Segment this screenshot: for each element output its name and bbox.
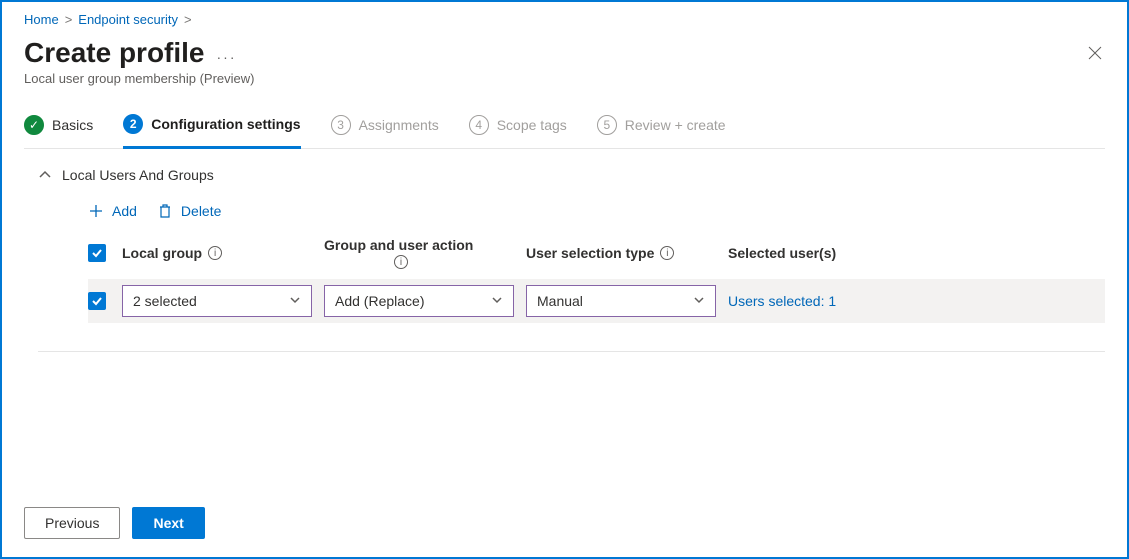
info-icon[interactable]: i (660, 246, 674, 260)
column-header-local-group: Local group (122, 245, 202, 261)
chevron-right-icon: > (65, 12, 73, 27)
breadcrumb: Home > Endpoint security > (24, 12, 1105, 27)
local-group-dropdown[interactable]: 2 selected (122, 285, 312, 317)
step-assignments[interactable]: 3 Assignments (331, 115, 439, 147)
step-number-icon: 2 (123, 114, 143, 134)
step-label: Review + create (625, 117, 726, 133)
section-toggle-local-users-groups[interactable]: Local Users And Groups (38, 167, 1105, 183)
chevron-right-icon: > (184, 12, 192, 27)
step-label: Configuration settings (151, 116, 300, 132)
user-selection-type-dropdown[interactable]: Manual (526, 285, 716, 317)
group-user-action-dropdown[interactable]: Add (Replace) (324, 285, 514, 317)
column-header-selected-users: Selected user(s) (728, 245, 836, 261)
more-menu[interactable]: ··· (217, 49, 237, 65)
step-label: Basics (52, 117, 93, 133)
step-number-icon: 4 (469, 115, 489, 135)
breadcrumb-endpoint-security[interactable]: Endpoint security (78, 12, 178, 27)
dropdown-value: Manual (537, 293, 583, 309)
delete-label: Delete (181, 203, 221, 219)
wizard-steps: Basics 2 Configuration settings 3 Assign… (24, 114, 1105, 149)
step-basics[interactable]: Basics (24, 115, 93, 147)
select-all-checkbox[interactable] (88, 244, 106, 262)
column-header-group-user-action: Group and user action (324, 237, 473, 253)
step-review-create[interactable]: 5 Review + create (597, 115, 726, 147)
dropdown-value: Add (Replace) (335, 293, 425, 309)
step-label: Scope tags (497, 117, 567, 133)
add-button[interactable]: Add (88, 203, 137, 219)
add-label: Add (112, 203, 137, 219)
check-circle-icon (24, 115, 44, 135)
step-label: Assignments (359, 117, 439, 133)
step-scope-tags[interactable]: 4 Scope tags (469, 115, 567, 147)
table-header-row: Local group i Group and user action i Us… (88, 237, 1105, 269)
selected-users-link[interactable]: Users selected: 1 (728, 293, 836, 309)
chevron-down-icon (693, 293, 705, 309)
plus-icon (88, 203, 104, 219)
breadcrumb-home[interactable]: Home (24, 12, 59, 27)
column-header-user-selection-type: User selection type (526, 245, 654, 261)
chevron-up-icon (38, 168, 52, 182)
step-number-icon: 3 (331, 115, 351, 135)
info-icon[interactable]: i (208, 246, 222, 260)
table-row: 2 selected Add (Replace) (88, 279, 1105, 323)
previous-button[interactable]: Previous (24, 507, 120, 539)
check-icon (91, 247, 103, 259)
close-icon (1087, 45, 1103, 61)
delete-button[interactable]: Delete (157, 203, 221, 219)
dropdown-value: 2 selected (133, 293, 197, 309)
divider (38, 351, 1105, 352)
close-button[interactable] (1085, 43, 1105, 63)
step-number-icon: 5 (597, 115, 617, 135)
trash-icon (157, 203, 173, 219)
page-title: Create profile (24, 37, 205, 69)
check-icon (91, 295, 103, 307)
page-subtitle: Local user group membership (Preview) (24, 71, 1105, 86)
chevron-down-icon (491, 293, 503, 309)
step-configuration-settings[interactable]: 2 Configuration settings (123, 114, 300, 149)
row-checkbox[interactable] (88, 292, 106, 310)
next-button[interactable]: Next (132, 507, 204, 539)
info-icon[interactable]: i (394, 255, 408, 269)
section-title: Local Users And Groups (62, 167, 214, 183)
chevron-down-icon (289, 293, 301, 309)
